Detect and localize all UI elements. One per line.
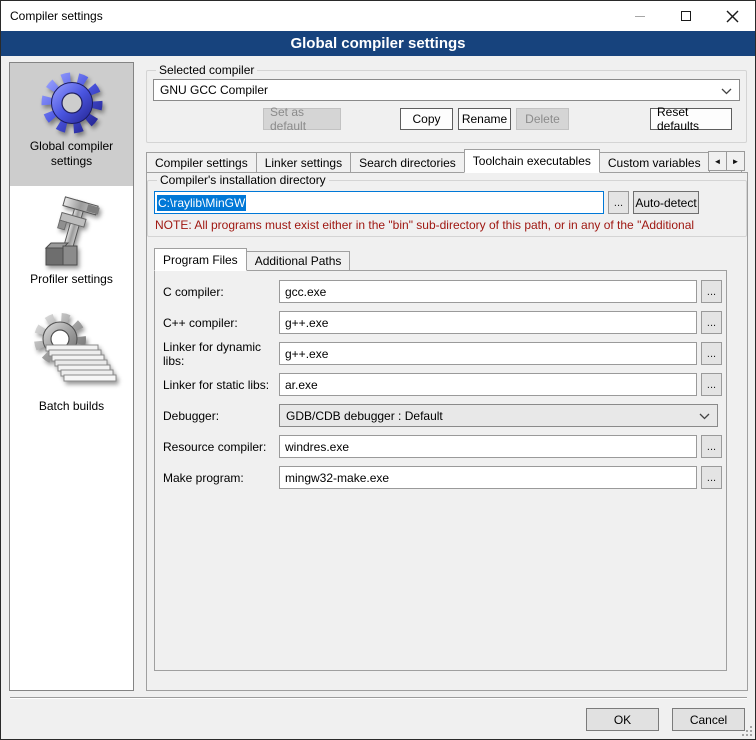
dynamic-linker-label: Linker for dynamic libs:	[163, 340, 279, 368]
set-as-default-button[interactable]: Set as default	[263, 108, 341, 130]
settings-tab-strip: Compiler settings Linker settings Search…	[146, 149, 747, 173]
maximize-icon	[681, 11, 691, 21]
compiler-select[interactable]: GNU GCC Compiler	[153, 79, 740, 101]
ok-button[interactable]: OK	[586, 708, 659, 731]
caliper-icon	[38, 196, 106, 270]
installation-directory-value: C:\raylib\MinGW	[157, 195, 246, 211]
cpp-compiler-browse-button[interactable]: ...	[701, 311, 722, 334]
window-title: Compiler settings	[10, 9, 103, 23]
installation-directory-row: C:\raylib\MinGW ... Auto-detect	[154, 191, 740, 214]
cpp-compiler-input[interactable]	[279, 311, 697, 334]
compiler-actions: Set as default Copy Rename Delete Reset …	[153, 108, 740, 130]
debugger-label: Debugger:	[163, 409, 279, 423]
c-compiler-label: C compiler:	[163, 285, 279, 299]
cpp-compiler-row: C++ compiler: ...	[163, 311, 726, 334]
c-compiler-row: C compiler: ...	[163, 280, 726, 303]
make-program-input[interactable]	[279, 466, 697, 489]
window-controls	[617, 1, 755, 31]
tab-scroll-right-icon[interactable]: ►	[726, 151, 745, 171]
c-compiler-browse-button[interactable]: ...	[701, 280, 722, 303]
selected-compiler-group: Selected compiler GNU GCC Compiler Set a…	[146, 63, 747, 143]
maximize-button[interactable]	[663, 1, 709, 31]
compiler-select-value: GNU GCC Compiler	[160, 83, 268, 97]
sidebar-item-global-compiler-settings[interactable]: Global compiler settings	[10, 63, 133, 186]
dynamic-linker-row: Linker for dynamic libs: ...	[163, 342, 726, 365]
subtab-program-files[interactable]: Program Files	[154, 248, 247, 271]
banner-title: Global compiler settings	[290, 35, 465, 52]
c-compiler-input[interactable]	[279, 280, 697, 303]
auto-detect-button[interactable]: Auto-detect	[633, 191, 699, 214]
cancel-button[interactable]: Cancel	[672, 708, 745, 731]
make-program-browse-button[interactable]: ...	[701, 466, 722, 489]
resource-compiler-label: Resource compiler:	[163, 440, 279, 454]
main-panel: Selected compiler GNU GCC Compiler Set a…	[145, 62, 749, 691]
title-bar: Compiler settings	[1, 1, 755, 31]
resource-compiler-row: Resource compiler: ...	[163, 435, 726, 458]
debugger-select[interactable]: GDB/CDB debugger : Default	[279, 404, 718, 427]
dynamic-linker-browse-button[interactable]: ...	[701, 342, 722, 365]
settings-category-sidebar: Global compiler settings Profile	[9, 62, 134, 691]
installation-directory-input[interactable]: C:\raylib\MinGW	[154, 191, 604, 214]
reset-defaults-button[interactable]: Reset defaults	[650, 108, 732, 130]
sidebar-item-label: Profiler settings	[10, 270, 133, 293]
footer-divider	[10, 697, 747, 699]
selected-compiler-legend: Selected compiler	[156, 63, 257, 77]
close-icon	[726, 10, 739, 23]
chevron-down-icon	[699, 413, 710, 420]
copy-button[interactable]: Copy	[400, 108, 453, 130]
cpp-compiler-label: C++ compiler:	[163, 316, 279, 330]
minimize-icon	[635, 16, 645, 17]
make-program-row: Make program: ...	[163, 466, 726, 489]
tab-custom-variables[interactable]: Custom variables	[599, 152, 710, 173]
delete-button[interactable]: Delete	[516, 108, 569, 130]
resize-grip[interactable]	[742, 726, 752, 736]
close-button[interactable]	[709, 1, 755, 31]
resource-compiler-browse-button[interactable]: ...	[701, 435, 722, 458]
make-program-label: Make program:	[163, 471, 279, 485]
sidebar-item-batch-builds[interactable]: Batch builds	[10, 293, 133, 420]
installation-directory-legend: Compiler's installation directory	[157, 173, 329, 187]
resource-compiler-input[interactable]	[279, 435, 697, 458]
dialog-banner: Global compiler settings	[1, 31, 755, 56]
rename-button[interactable]: Rename	[458, 108, 511, 130]
tab-compiler-settings[interactable]: Compiler settings	[146, 152, 257, 173]
debugger-row: Debugger: GDB/CDB debugger : Default	[163, 404, 726, 427]
blue-gear-icon	[40, 71, 104, 137]
gear-stack-icon	[26, 307, 118, 397]
installation-note: NOTE: All programs must exist either in …	[155, 218, 740, 232]
compiler-settings-window: Compiler settings Global compiler settin…	[0, 0, 756, 740]
debugger-select-value: GDB/CDB debugger : Default	[286, 409, 443, 423]
static-linker-row: Linker for static libs: ...	[163, 373, 726, 396]
tab-scroll-controls: ◄ ►	[709, 151, 745, 171]
chevron-down-icon	[721, 88, 732, 95]
static-linker-label: Linker for static libs:	[163, 378, 279, 392]
sidebar-item-label: Global compiler settings	[10, 137, 133, 175]
files-sub-tab-strip: Program Files Additional Paths	[154, 248, 747, 271]
tab-search-directories[interactable]: Search directories	[350, 152, 465, 173]
dialog-footer: OK Cancel	[586, 708, 745, 731]
sidebar-item-label: Batch builds	[10, 397, 133, 420]
sidebar-item-profiler-settings[interactable]: Profiler settings	[10, 186, 133, 293]
browse-directory-button[interactable]: ...	[608, 191, 629, 214]
toolchain-executables-page: Compiler's installation directory C:\ray…	[146, 172, 748, 691]
tab-scroll-left-icon[interactable]: ◄	[708, 151, 727, 171]
dynamic-linker-input[interactable]	[279, 342, 697, 365]
static-linker-browse-button[interactable]: ...	[701, 373, 722, 396]
tab-linker-settings[interactable]: Linker settings	[256, 152, 351, 173]
tab-toolchain-executables[interactable]: Toolchain executables	[464, 149, 600, 173]
program-files-panel: C compiler: ... C++ compiler: ... Linker…	[154, 270, 727, 671]
installation-directory-group: Compiler's installation directory C:\ray…	[147, 173, 747, 237]
subtab-additional-paths[interactable]: Additional Paths	[246, 251, 351, 271]
static-linker-input[interactable]	[279, 373, 697, 396]
minimize-button[interactable]	[617, 1, 663, 31]
